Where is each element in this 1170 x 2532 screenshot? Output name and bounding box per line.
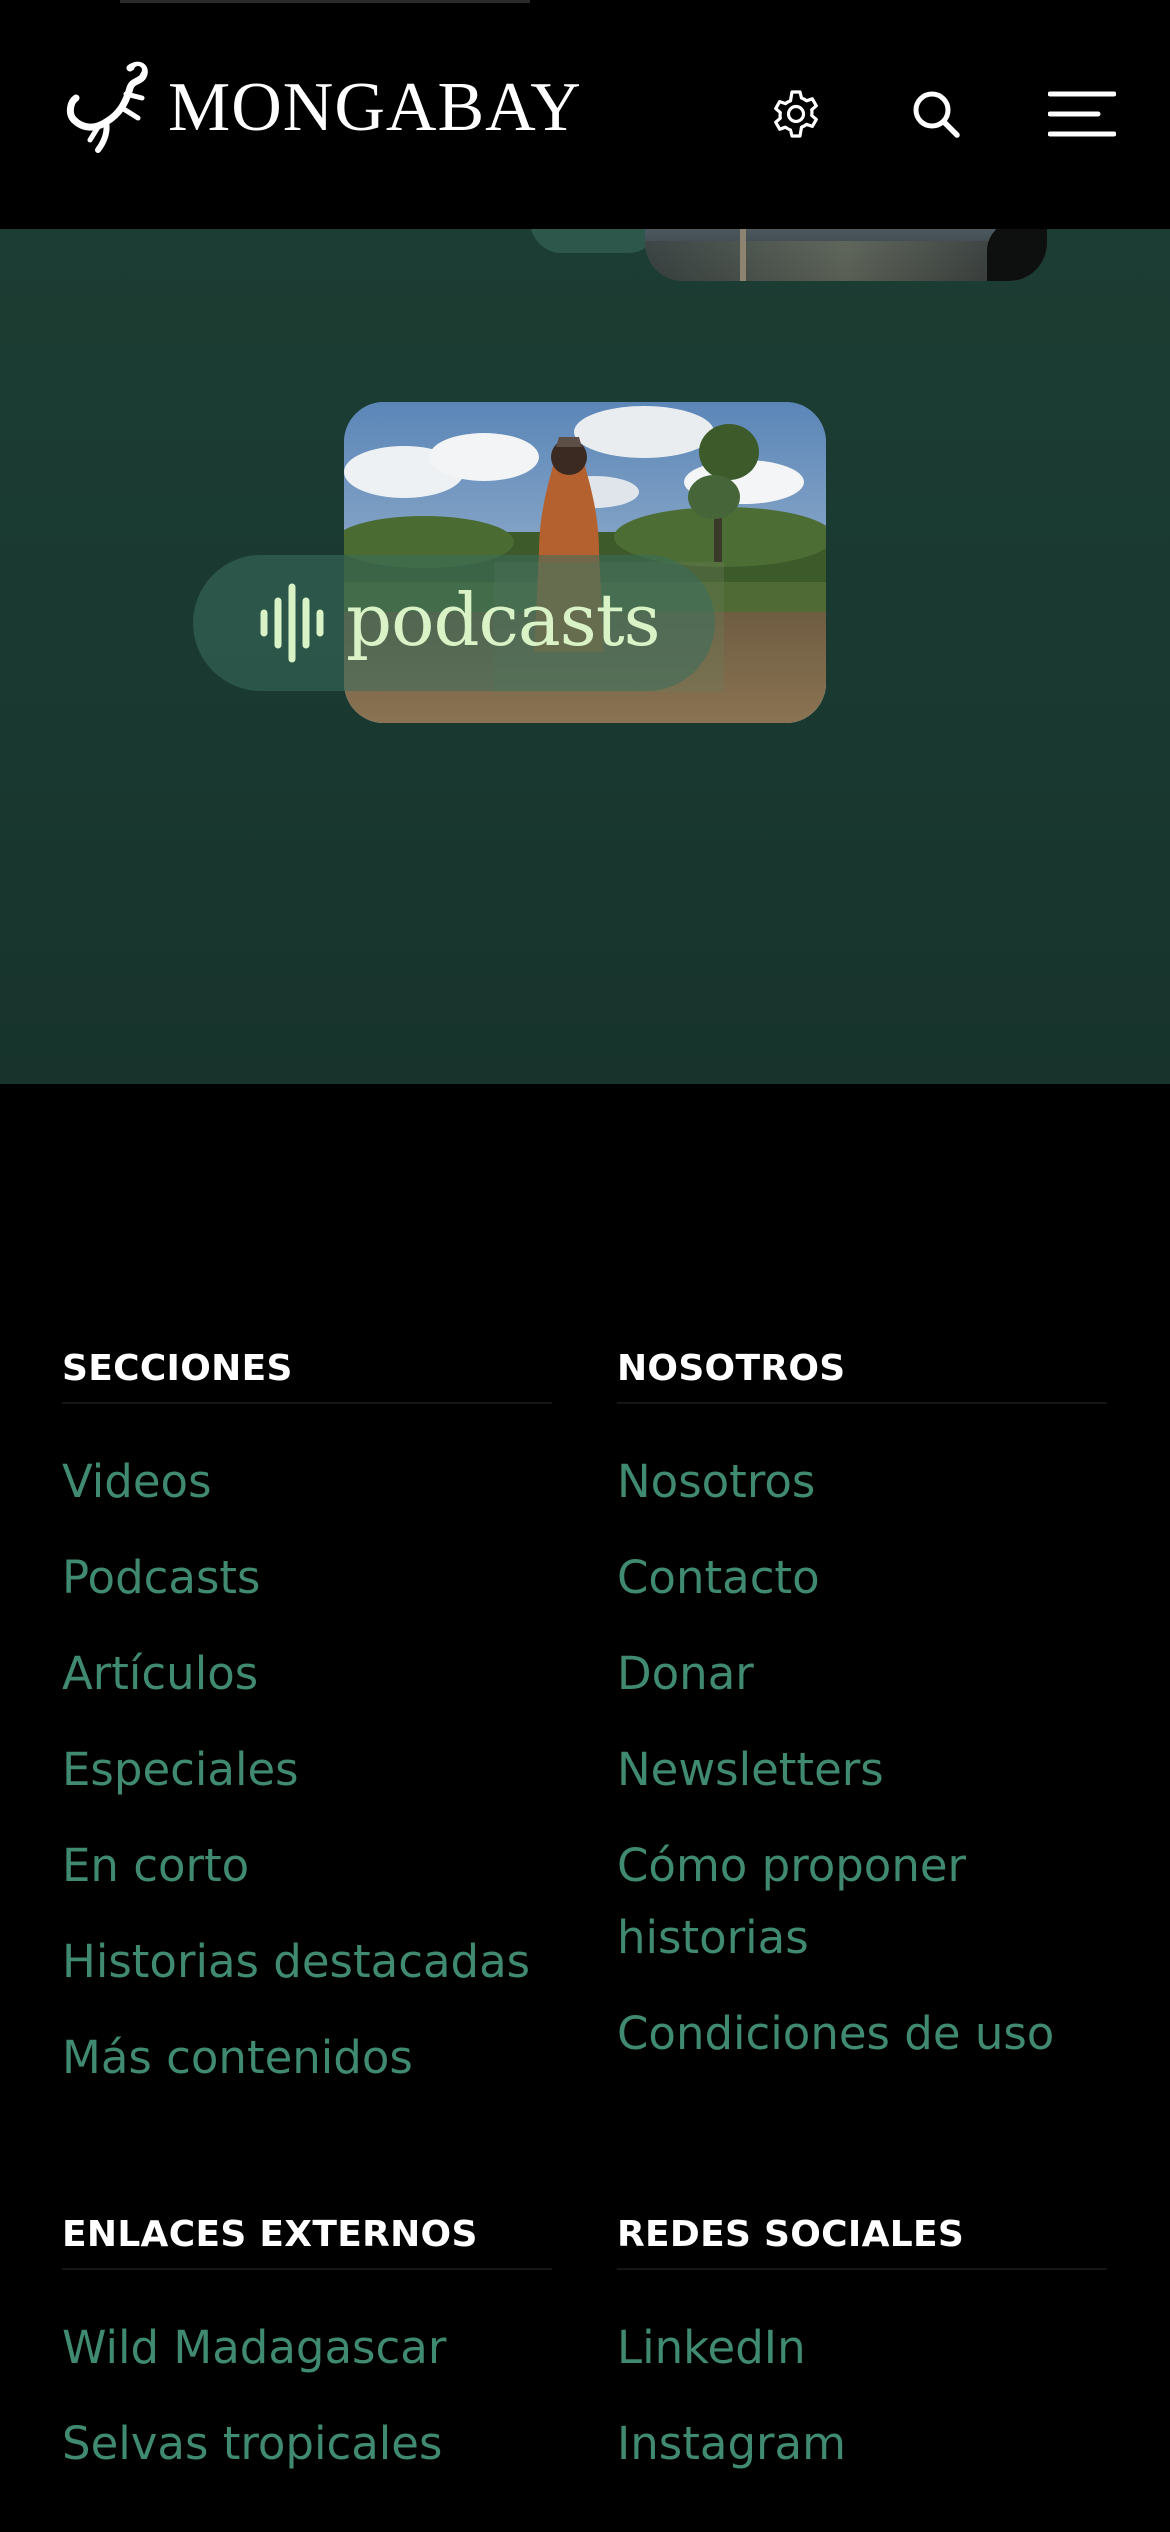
footer-nosotros: NOSOTROS Nosotros Contacto Donar Newslet… [617, 1334, 1107, 2094]
footer-secciones-list: Videos Podcasts Artículos Especiales En … [62, 1404, 552, 2094]
logo-wordmark: MONGABAY [168, 69, 582, 146]
footer-redes-sociales: REDES SOCIALES LinkedIn Instagram [617, 2200, 1107, 2504]
footer-link-linkedin[interactable]: LinkedIn [617, 2312, 806, 2384]
podcasts-label: podcasts [346, 578, 661, 662]
site-header: MONGABAY [0, 0, 1170, 229]
gecko-logo-icon [66, 61, 148, 153]
footer-link-videos[interactable]: Videos [62, 1446, 212, 1518]
footer-link-condiciones-de-uso[interactable]: Condiciones de uso [617, 1998, 1054, 2070]
footer-link-articulos[interactable]: Artículos [62, 1638, 258, 1710]
search-button[interactable] [904, 82, 968, 146]
footer-link-wild-madagascar[interactable]: Wild Madagascar [62, 2312, 446, 2384]
footer-heading-enlaces-externos: ENLACES EXTERNOS [62, 2200, 552, 2270]
footer-link-selvas-tropicales[interactable]: Selvas tropicales [62, 2408, 442, 2480]
podcasts-section-link[interactable]: podcasts [193, 555, 715, 691]
sound-wave-icon [260, 583, 324, 663]
footer-link-como-proponer-historias[interactable]: Cómo proponer historias [617, 1830, 1037, 1974]
footer-enlaces-list: Wild Madagascar Selvas tropicales [62, 2270, 552, 2480]
site-logo[interactable]: MONGABAY [60, 56, 582, 156]
footer-link-donar[interactable]: Donar [617, 1638, 754, 1710]
footer-secciones: SECCIONES Videos Podcasts Artículos Espe… [62, 1334, 552, 2118]
footer-nosotros-list: Nosotros Contacto Donar Newsletters Cómo… [617, 1404, 1107, 2070]
header-top-line [120, 0, 530, 3]
featured-media-section: podcasts [0, 229, 1170, 1084]
footer-enlaces-externos: ENLACES EXTERNOS Wild Madagascar Selvas … [62, 2200, 552, 2504]
menu-button[interactable] [1046, 82, 1118, 146]
settings-button[interactable] [764, 82, 828, 146]
footer-redes-list: LinkedIn Instagram [617, 2270, 1107, 2480]
footer-link-podcasts[interactable]: Podcasts [62, 1542, 260, 1614]
site-footer: SECCIONES Videos Podcasts Artículos Espe… [0, 1084, 1170, 2532]
footer-link-mas-contenidos[interactable]: Más contenidos [62, 2022, 413, 2094]
footer-heading-redes-sociales: REDES SOCIALES [617, 2200, 1107, 2270]
gear-icon [774, 90, 818, 138]
footer-link-nosotros[interactable]: Nosotros [617, 1446, 815, 1518]
footer-link-en-corto[interactable]: En corto [62, 1830, 249, 1902]
footer-heading-secciones: SECCIONES [62, 1334, 552, 1404]
footer-link-especiales[interactable]: Especiales [62, 1734, 299, 1806]
footer-heading-nosotros: NOSOTROS [617, 1334, 1107, 1404]
footer-link-instagram[interactable]: Instagram [617, 2408, 846, 2480]
footer-link-historias-destacadas[interactable]: Historias destacadas [62, 1926, 530, 1998]
footer-link-contacto[interactable]: Contacto [617, 1542, 820, 1614]
hamburger-menu-icon [1048, 91, 1116, 137]
previous-section-image[interactable] [645, 229, 1047, 281]
search-icon [913, 91, 960, 138]
footer-link-newsletters[interactable]: Newsletters [617, 1734, 884, 1806]
previous-section-pill[interactable] [530, 229, 660, 253]
